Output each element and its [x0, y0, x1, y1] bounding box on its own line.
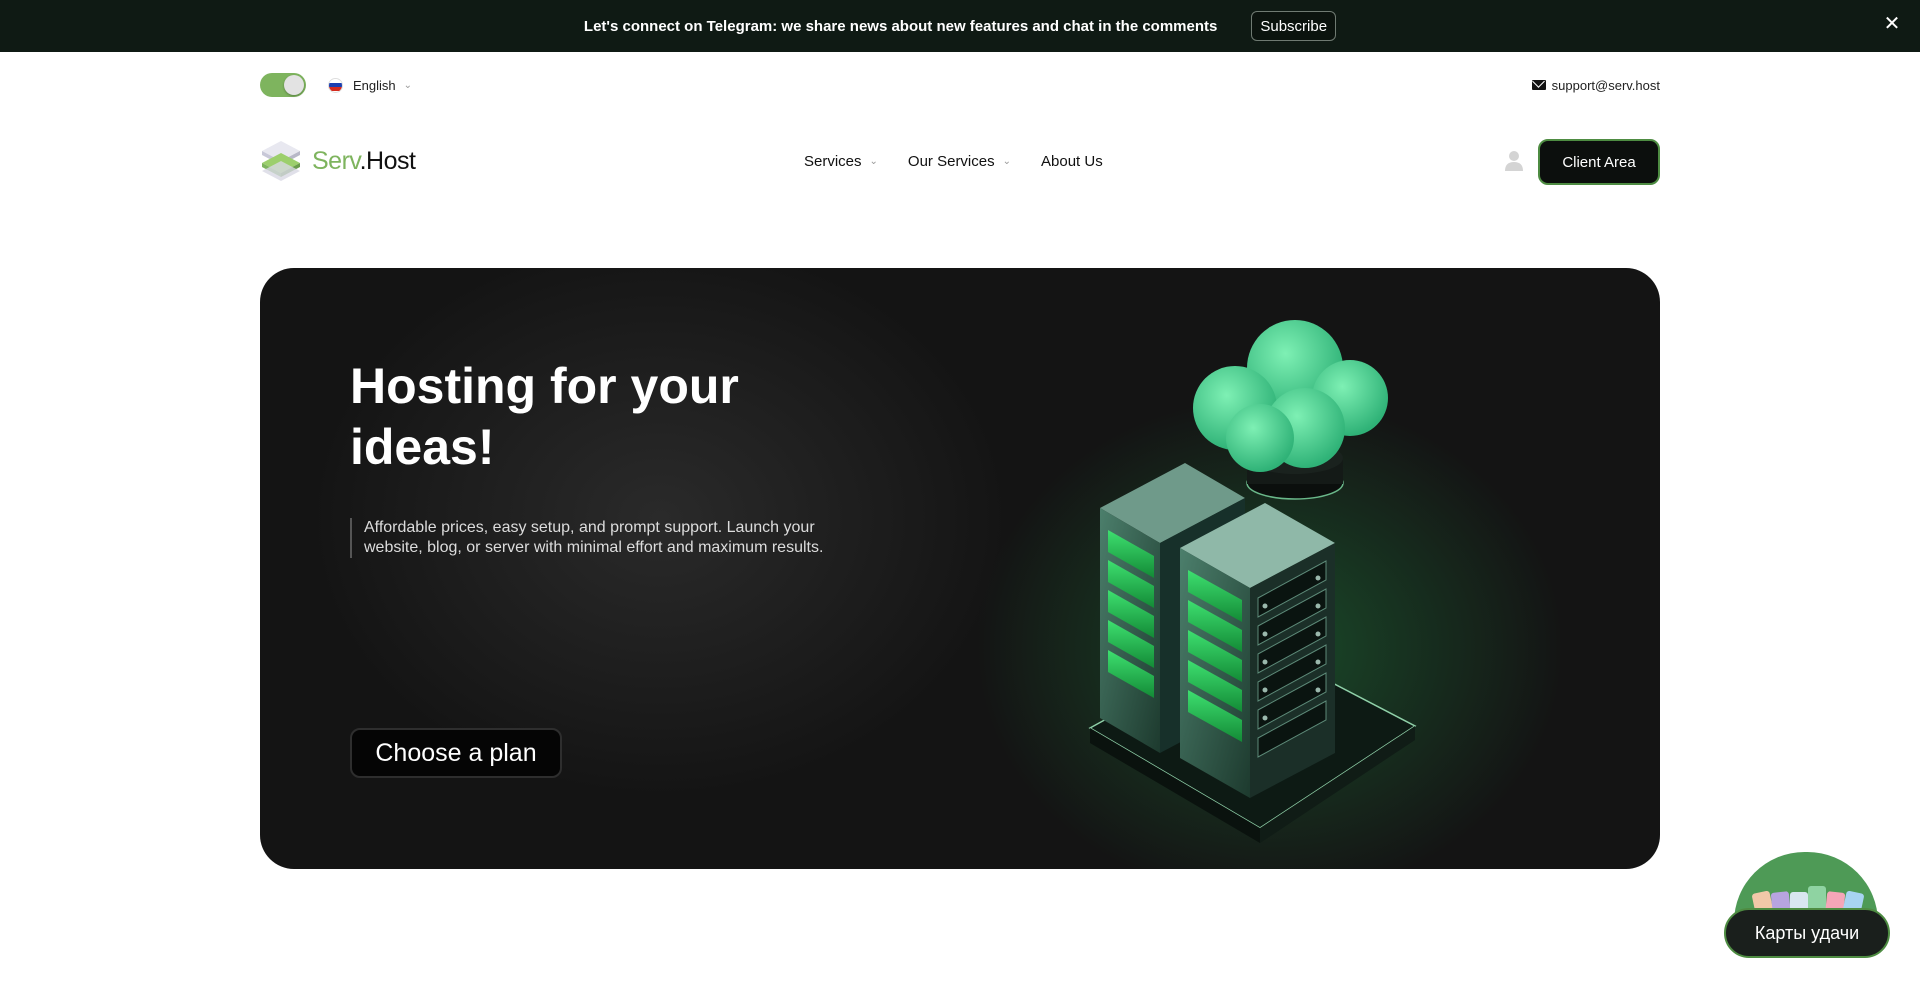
main-nav: Serv.Host Services ⌄ Our Services ⌄ Abou…: [260, 136, 1660, 186]
language-label: English: [353, 77, 396, 93]
logo-icon: [262, 141, 300, 181]
toggle-knob: [284, 75, 304, 95]
close-icon[interactable]: ✕: [1880, 12, 1904, 36]
mail-icon: [1531, 80, 1546, 90]
lucky-cards-button[interactable]: Карты удачи: [1724, 908, 1890, 958]
chevron-down-icon: ⌄: [869, 155, 878, 167]
lucky-cards-widget[interactable]: Карты удачи: [1724, 852, 1890, 980]
nav-item-label: Our Services: [907, 152, 995, 170]
hero-title: Hosting for your ideas!: [350, 358, 739, 475]
server-cloud-illustration: [1088, 320, 1417, 843]
announcement-text: Let's connect on Telegram: we share news…: [583, 17, 1218, 35]
chevron-down-icon: ⌄: [1002, 155, 1012, 167]
nav-item-label: Services: [804, 152, 862, 170]
logo-text: Serv.Host: [312, 146, 416, 176]
nav-item-services[interactable]: Services ⌄: [804, 153, 878, 170]
language-selector[interactable]: English ⌄: [328, 77, 413, 93]
logo[interactable]: Serv.Host: [260, 139, 416, 183]
nav-menu: Services ⌄ Our Services ⌄ About Us: [804, 153, 1133, 170]
client-area-button[interactable]: Client Area: [1538, 139, 1660, 185]
nav-item-label: About Us: [1041, 152, 1103, 170]
russia-flag-icon: [328, 77, 343, 93]
announcement-bar: Let's connect on Telegram: we share news…: [0, 0, 1920, 52]
nav-item-our-services[interactable]: Our Services ⌄: [908, 153, 1011, 170]
hero-description: Affordable prices, easy setup, and promp…: [350, 518, 850, 558]
logo-text-serv: Serv: [312, 146, 360, 175]
subscribe-button[interactable]: Subscribe: [1251, 11, 1337, 41]
support-email-link[interactable]: support@serv.host: [1531, 77, 1660, 93]
logo-text-host: .Host: [359, 146, 416, 175]
support-email: support@serv.host: [1551, 77, 1660, 93]
chevron-down-icon: ⌄: [403, 79, 413, 91]
choose-plan-button[interactable]: Choose a plan: [350, 728, 562, 778]
theme-toggle[interactable]: [260, 73, 306, 97]
utility-bar: English ⌄ support@serv.host: [260, 70, 1660, 100]
nav-item-about-us[interactable]: About Us: [1041, 153, 1103, 170]
hero-banner: Hosting for your ideas! Affordable price…: [260, 268, 1660, 869]
user-icon[interactable]: [1504, 150, 1524, 172]
